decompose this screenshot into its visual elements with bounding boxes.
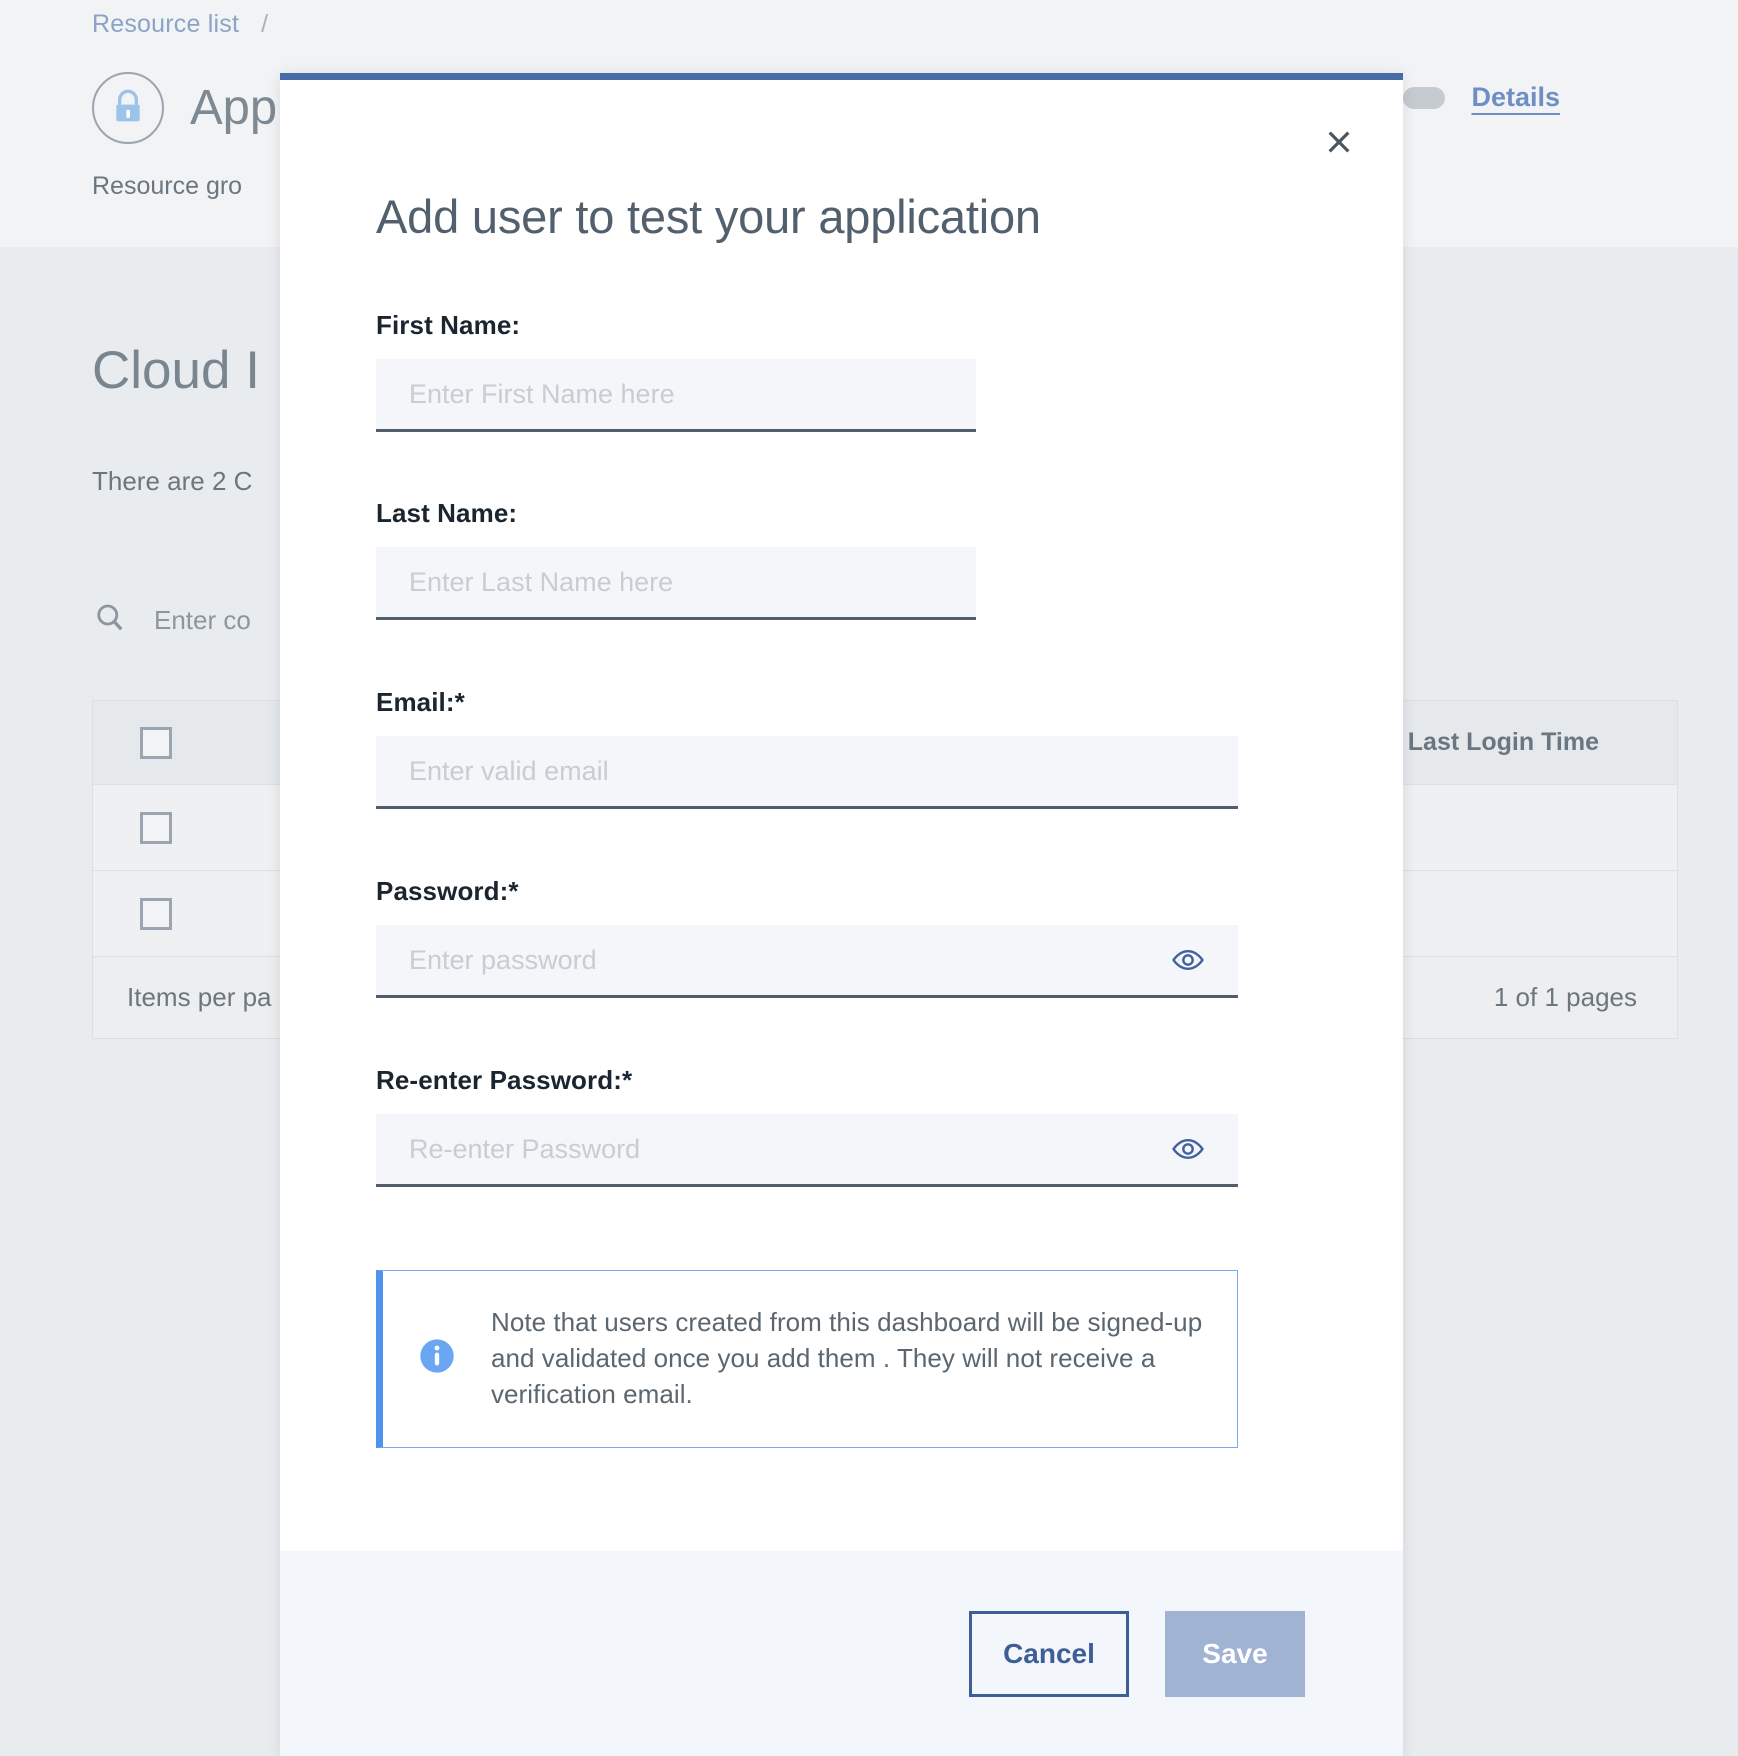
page-description: There are 2 C [92, 466, 253, 496]
modal-footer: Cancel Save [280, 1551, 1403, 1756]
resource-header: App [92, 72, 277, 144]
save-button[interactable]: Save [1165, 1610, 1305, 1697]
select-all-cell[interactable] [93, 726, 219, 759]
password-placeholder: Enter password [409, 944, 597, 975]
breadcrumb-resource-list-link[interactable]: Resource list [92, 10, 239, 39]
last-name-input[interactable]: Enter Last Name here [376, 547, 976, 620]
row-checkbox[interactable] [140, 811, 172, 844]
info-note: Note that users created from this dashbo… [376, 1270, 1238, 1448]
reenter-password-label: Re-enter Password:* [376, 1065, 633, 1095]
row-select-cell[interactable] [93, 811, 219, 844]
row-select-cell[interactable] [93, 897, 219, 930]
eye-icon[interactable] [1171, 943, 1205, 977]
row-checkbox[interactable] [140, 897, 172, 930]
eye-icon[interactable] [1171, 1132, 1205, 1166]
email-input[interactable]: Enter valid email [376, 736, 1238, 809]
password-input[interactable]: Enter password [376, 925, 1238, 998]
field-last-name: Last Name: Enter Last Name here [376, 498, 1307, 620]
field-email: Email:* Enter valid email [376, 687, 1307, 809]
resource-group-label: Resource gro [92, 172, 243, 200]
field-reenter-password: Re-enter Password:* Re-enter Password [376, 1065, 1307, 1187]
status-toggle[interactable] [1403, 86, 1446, 109]
modal-title: Add user to test your application [376, 190, 1041, 243]
field-first-name: First Name: Enter First Name here [376, 310, 1307, 432]
breadcrumb-separator: / [261, 10, 269, 38]
details-link[interactable]: Details [1471, 82, 1560, 113]
modal-body: Add user to test your application First … [280, 80, 1403, 1551]
items-per-page-label[interactable]: Items per pa [127, 982, 272, 1013]
reenter-password-placeholder: Re-enter Password [409, 1133, 641, 1164]
first-name-input[interactable]: Enter First Name here [376, 359, 976, 432]
column-header-last-login-time[interactable]: Last Login Time [1408, 728, 1599, 757]
search-row[interactable]: Enter co [92, 600, 251, 641]
password-label: Password:* [376, 876, 519, 906]
page-count-label: 1 of 1 pages [1493, 982, 1637, 1012]
details-area: Details [1403, 82, 1560, 113]
cancel-button[interactable]: Cancel [969, 1610, 1129, 1697]
first-name-placeholder: Enter First Name here [409, 378, 675, 409]
search-icon [92, 600, 128, 641]
resource-title: App [190, 81, 278, 135]
reenter-password-input[interactable]: Re-enter Password [376, 1114, 1238, 1187]
field-password: Password:* Enter password [376, 876, 1307, 998]
first-name-label: First Name: [376, 310, 521, 340]
last-name-label: Last Name: [376, 498, 518, 528]
info-icon [417, 1336, 457, 1381]
add-user-modal: Add user to test your application First … [280, 73, 1403, 1756]
lock-icon [92, 72, 164, 144]
select-all-checkbox[interactable] [140, 726, 172, 759]
breadcrumb: Resource list / [92, 10, 268, 39]
email-placeholder: Enter valid email [409, 755, 609, 786]
email-label: Email:* [376, 687, 465, 717]
page-title: Cloud I [92, 341, 260, 400]
search-input[interactable]: Enter co [154, 605, 251, 636]
info-note-text: Note that users created from this dashbo… [491, 1307, 1203, 1409]
last-name-placeholder: Enter Last Name here [409, 566, 674, 597]
